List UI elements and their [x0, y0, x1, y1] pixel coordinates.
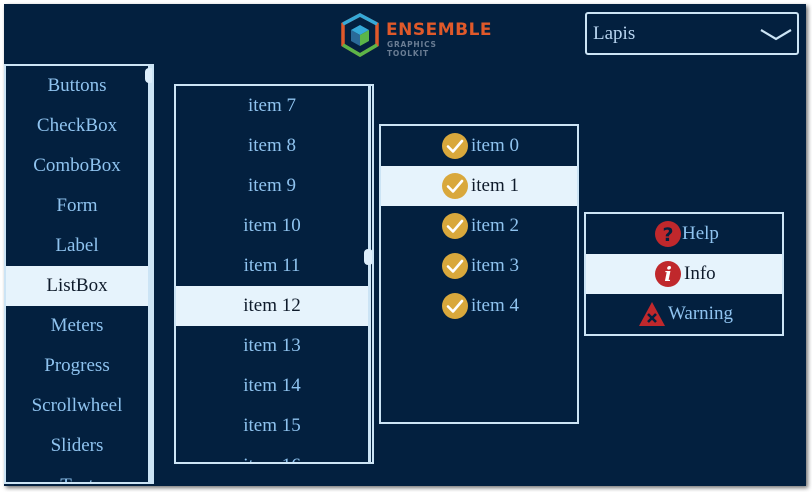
- nav-item-scrollwheel[interactable]: Scrollwheel: [6, 386, 148, 426]
- nav-item-sliders[interactable]: Sliders: [6, 426, 148, 466]
- list-item-label: item 14: [243, 375, 301, 396]
- help-icon: ?: [655, 221, 681, 247]
- list-item-label: item 13: [243, 335, 301, 356]
- ensemble-cube-icon: [341, 13, 379, 57]
- check-list-item[interactable]: item 4: [381, 286, 577, 326]
- nav-item-combobox-label: ComboBox: [33, 155, 121, 176]
- nav-item-text-label: Text: [60, 475, 94, 482]
- list-item-label: item 9: [247, 175, 297, 196]
- nav-item-checkbox[interactable]: CheckBox: [6, 106, 148, 146]
- list-item[interactable]: item 13: [176, 326, 368, 366]
- nav-item-form[interactable]: Form: [6, 186, 148, 226]
- list-item[interactable]: item 9: [176, 166, 368, 206]
- check-list-item[interactable]: item 1: [381, 166, 577, 206]
- check-circle-icon: [442, 213, 468, 239]
- message-item-help-label: Help: [682, 223, 719, 244]
- list-item[interactable]: item 14: [176, 366, 368, 406]
- nav-item-progress-label: Progress: [44, 355, 110, 376]
- nav-item-meters-label: Meters: [50, 315, 104, 336]
- list-item-label: item 12: [243, 295, 301, 316]
- list-item-label: item 11: [243, 255, 301, 276]
- nav-item-meters[interactable]: Meters: [6, 306, 148, 346]
- checkmark-listbox[interactable]: item 0 item 1 item 2 item 3 item 4: [379, 124, 579, 424]
- check-list-item-label: item 4: [471, 295, 520, 316]
- check-list-item[interactable]: item 0: [381, 126, 577, 166]
- nav-item-text[interactable]: Text: [6, 466, 148, 482]
- svg-text:?: ?: [662, 224, 673, 246]
- list-item[interactable]: item 11: [176, 246, 368, 286]
- check-circle-icon: [442, 173, 468, 199]
- message-item-info-label: Info: [684, 263, 716, 284]
- nav-item-buttons[interactable]: Buttons: [6, 66, 148, 106]
- logo-subtitle-text: GRAPHICS TOOLKIT: [387, 40, 437, 58]
- item-listbox-scroll-thumb[interactable]: [364, 249, 372, 265]
- message-item-help[interactable]: Help?: [586, 214, 782, 254]
- check-list-item-label: item 1: [471, 175, 520, 196]
- nav-item-listbox[interactable]: ListBox: [6, 266, 148, 306]
- app-window: ENSEMBLE GRAPHICS TOOLKIT Lapis Buttons C…: [4, 4, 806, 486]
- demo-nav-list[interactable]: Buttons CheckBox ComboBox Form Label ListBox M…: [4, 64, 154, 484]
- combobox-value: Lapis: [593, 23, 636, 44]
- check-list-item-label: item 0: [471, 135, 520, 156]
- theme-combobox[interactable]: Lapis: [585, 12, 799, 55]
- warning-icon: [639, 302, 665, 326]
- message-item-info[interactable]: Info i: [586, 254, 782, 294]
- nav-item-form-label: Form: [56, 195, 98, 216]
- check-list-item[interactable]: item 3: [381, 246, 577, 286]
- nav-item-listbox-label: ListBox: [46, 275, 108, 296]
- check-circle-icon: [442, 293, 468, 319]
- list-item-label: item 8: [247, 135, 297, 156]
- list-item-label: item 15: [243, 415, 301, 436]
- check-circle-icon: [442, 253, 468, 279]
- check-list-item[interactable]: item 2: [381, 206, 577, 246]
- item-listbox-scrollbar[interactable]: [368, 86, 371, 462]
- message-item-warning-label: Warning: [668, 303, 733, 324]
- list-item[interactable]: item 12: [176, 286, 368, 326]
- list-item[interactable]: item 15: [176, 406, 368, 446]
- nav-item-checkbox-label: CheckBox: [36, 115, 118, 136]
- chevron-down-icon: [760, 29, 792, 41]
- nav-item-label-label: Label: [55, 235, 99, 256]
- list-item-label: item 16: [243, 455, 301, 462]
- info-icon: i: [655, 261, 681, 287]
- list-item[interactable]: item 7: [176, 86, 368, 126]
- list-item[interactable]: item 16: [176, 446, 368, 462]
- nav-item-label[interactable]: Label: [6, 226, 148, 266]
- check-list-item-label: item 3: [471, 255, 520, 276]
- check-list-item-label: item 2: [471, 215, 520, 236]
- nav-item-scrollwheel-label: Scrollwheel: [31, 395, 123, 416]
- list-item-label: item 10: [243, 215, 301, 236]
- ensemble-logo: ENSEMBLE GRAPHICS TOOLKIT: [339, 13, 492, 58]
- nav-item-progress[interactable]: Progress: [6, 346, 148, 386]
- nav-item-sliders-label: Sliders: [50, 435, 104, 456]
- list-item[interactable]: item 10: [176, 206, 368, 246]
- message-listbox[interactable]: Help? Info i Warning: [584, 212, 784, 336]
- logo-brand-text: ENSEMBLE: [386, 20, 493, 40]
- nav-item-buttons-label: Buttons: [47, 75, 107, 96]
- nav-scrollbar[interactable]: [148, 66, 152, 482]
- svg-text:i: i: [664, 262, 672, 286]
- nav-scroll-thumb[interactable]: [145, 68, 152, 83]
- nav-item-combobox[interactable]: ComboBox: [6, 146, 148, 186]
- message-item-warning[interactable]: Warning: [586, 294, 782, 334]
- list-item[interactable]: item 8: [176, 126, 368, 166]
- item-listbox[interactable]: item 7 item 8 item 9 item 10 item 11 item 12 i…: [174, 84, 374, 464]
- list-item-label: item 7: [247, 95, 297, 116]
- check-circle-icon: [442, 133, 468, 159]
